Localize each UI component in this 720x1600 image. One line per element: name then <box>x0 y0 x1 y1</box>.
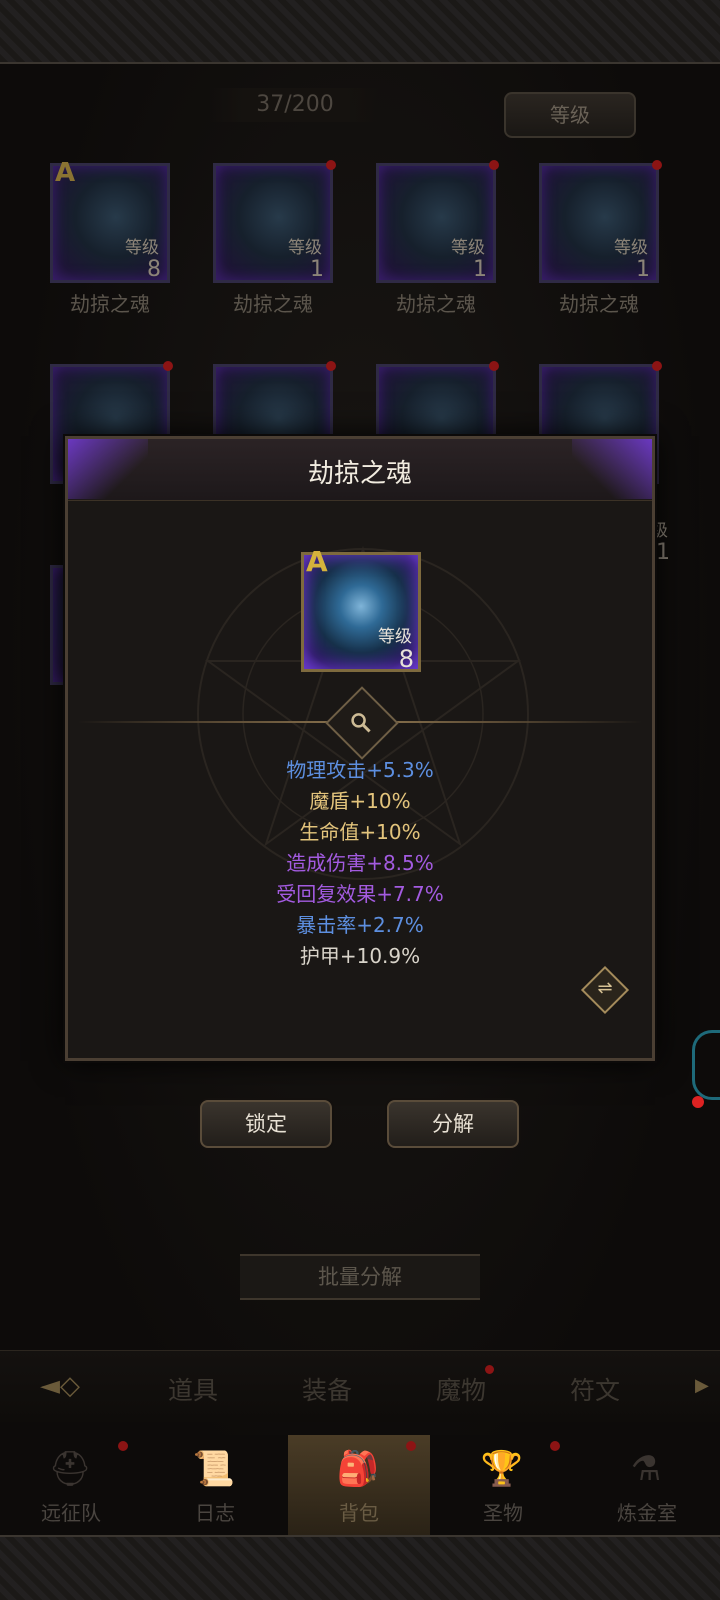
swap-icon: ⇌ <box>597 977 613 999</box>
magnifier-icon <box>349 710 373 738</box>
level-value: 1 <box>473 257 487 282</box>
level-value: 8 <box>147 257 161 282</box>
bottom-nav: ⛑ 远征队 📜 日志 🎒 背包 🏆 圣物 ⚗ 炼金室 <box>0 1435 720 1535</box>
level-value: 1 <box>310 257 324 282</box>
tab-runes[interactable]: 符文 <box>570 1371 620 1407</box>
notification-dot <box>692 1096 704 1108</box>
level-label: 等级 <box>378 627 412 647</box>
stat-hp: 生命值+10% <box>299 820 421 844</box>
batch-decompose-button[interactable]: 批量分解 <box>240 1254 480 1300</box>
notification-dot <box>652 361 662 371</box>
stats-list: 物理攻击+5.3% 魔盾+10% 生命值+10% 造成伤害+8.5% 受回复效果… <box>68 755 652 972</box>
notification-dot <box>406 1441 416 1451</box>
level-label: 等级 <box>125 238 159 258</box>
decompose-button[interactable]: 分解 <box>387 1100 519 1148</box>
notification-dot <box>326 160 336 170</box>
helmet-icon: ⛑ <box>48 1449 92 1489</box>
nav-alchemy[interactable]: ⚗ 炼金室 <box>576 1435 718 1535</box>
grade-badge: A <box>55 158 76 188</box>
card-name: 劫掠之魂 <box>559 292 639 316</box>
notification-dot <box>118 1441 128 1451</box>
stat-physical-attack: 物理攻击+5.3% <box>286 758 434 782</box>
notification-dot <box>550 1441 560 1451</box>
monster-card[interactable]: 等级 1 <box>376 160 499 283</box>
level-label: 等级 <box>288 238 322 258</box>
card-name: 劫掠之魂 <box>233 292 313 316</box>
level-value: 8 <box>398 645 414 673</box>
dialog-title: 劫掠之魂 <box>307 459 412 489</box>
scroll-icon: 📜 <box>192 1449 236 1489</box>
back-arrow-icon[interactable]: ◄◇ <box>40 1371 80 1401</box>
tab-label: 魔物 <box>436 1376 487 1405</box>
notification-dot <box>489 160 499 170</box>
backpack-icon: 🎒 <box>336 1449 380 1489</box>
sort-button[interactable]: 等级 <box>504 92 636 138</box>
category-tabs: ◄◇ 道具 装备 魔物 符文 ▶ <box>0 1350 720 1422</box>
nav-relics[interactable]: 🏆 圣物 <box>432 1435 574 1535</box>
grade-badge: A <box>306 545 328 578</box>
nav-backpack[interactable]: 🎒 背包 <box>288 1435 430 1535</box>
nav-expedition[interactable]: ⛑ 远征队 <box>0 1435 142 1535</box>
stat-damage-dealt: 造成伤害+8.5% <box>286 851 434 875</box>
notification-dot <box>489 361 499 371</box>
tab-equipment[interactable]: 装备 <box>302 1371 352 1407</box>
level-value: 1 <box>656 540 670 565</box>
nav-label: 圣物 <box>483 1501 523 1525</box>
notification-dot <box>652 160 662 170</box>
notification-dot <box>163 361 173 371</box>
stat-crit-rate: 暴击率+2.7% <box>296 913 424 937</box>
card-name: 劫掠之魂 <box>396 292 476 316</box>
nav-journal[interactable]: 📜 日志 <box>144 1435 286 1535</box>
nav-label: 远征队 <box>41 1501 101 1525</box>
alchemy-icon: ⚗ <box>630 1449 662 1489</box>
monster-card[interactable]: 等级 1 <box>539 160 662 283</box>
stat-healing-received: 受回复效果+7.7% <box>276 882 444 906</box>
notification-dot <box>485 1365 495 1374</box>
notification-dot <box>326 361 336 371</box>
monster-card[interactable]: A 等级 8 <box>50 158 170 283</box>
nav-label: 背包 <box>339 1501 379 1525</box>
top-frame <box>0 0 720 64</box>
nav-label: 日志 <box>195 1501 235 1525</box>
lock-button[interactable]: 锁定 <box>200 1100 332 1148</box>
stat-armor: 护甲+10.9% <box>299 944 421 968</box>
level-label: 等级 <box>614 238 648 258</box>
inventory-counter: 37/200 <box>210 88 380 122</box>
next-arrow-icon[interactable]: ▶ <box>695 1375 709 1396</box>
level-label: 等级 <box>451 238 485 258</box>
dialog-header: 劫掠之魂 <box>68 439 652 501</box>
chalice-icon: 🏆 <box>480 1449 524 1489</box>
level-value: 1 <box>636 257 650 282</box>
monster-detail-dialog: 劫掠之魂 A 等级 8 物理攻击+5.3% 魔盾+10% 生命值+10% 造成伤… <box>65 436 655 1061</box>
tab-monsters[interactable]: 魔物 <box>436 1365 495 1407</box>
monster-card-large: A 等级 8 <box>301 545 421 673</box>
nav-label: 炼金室 <box>617 1501 677 1525</box>
bottom-frame <box>0 1535 720 1600</box>
stat-magic-shield: 魔盾+10% <box>309 789 411 813</box>
monster-card[interactable]: 等级 1 <box>213 160 336 283</box>
swap-button[interactable]: ⇌ <box>580 965 630 1015</box>
tab-items[interactable]: 道具 <box>168 1371 218 1407</box>
side-widget[interactable] <box>692 1030 720 1100</box>
card-name: 劫掠之魂 <box>70 292 150 316</box>
